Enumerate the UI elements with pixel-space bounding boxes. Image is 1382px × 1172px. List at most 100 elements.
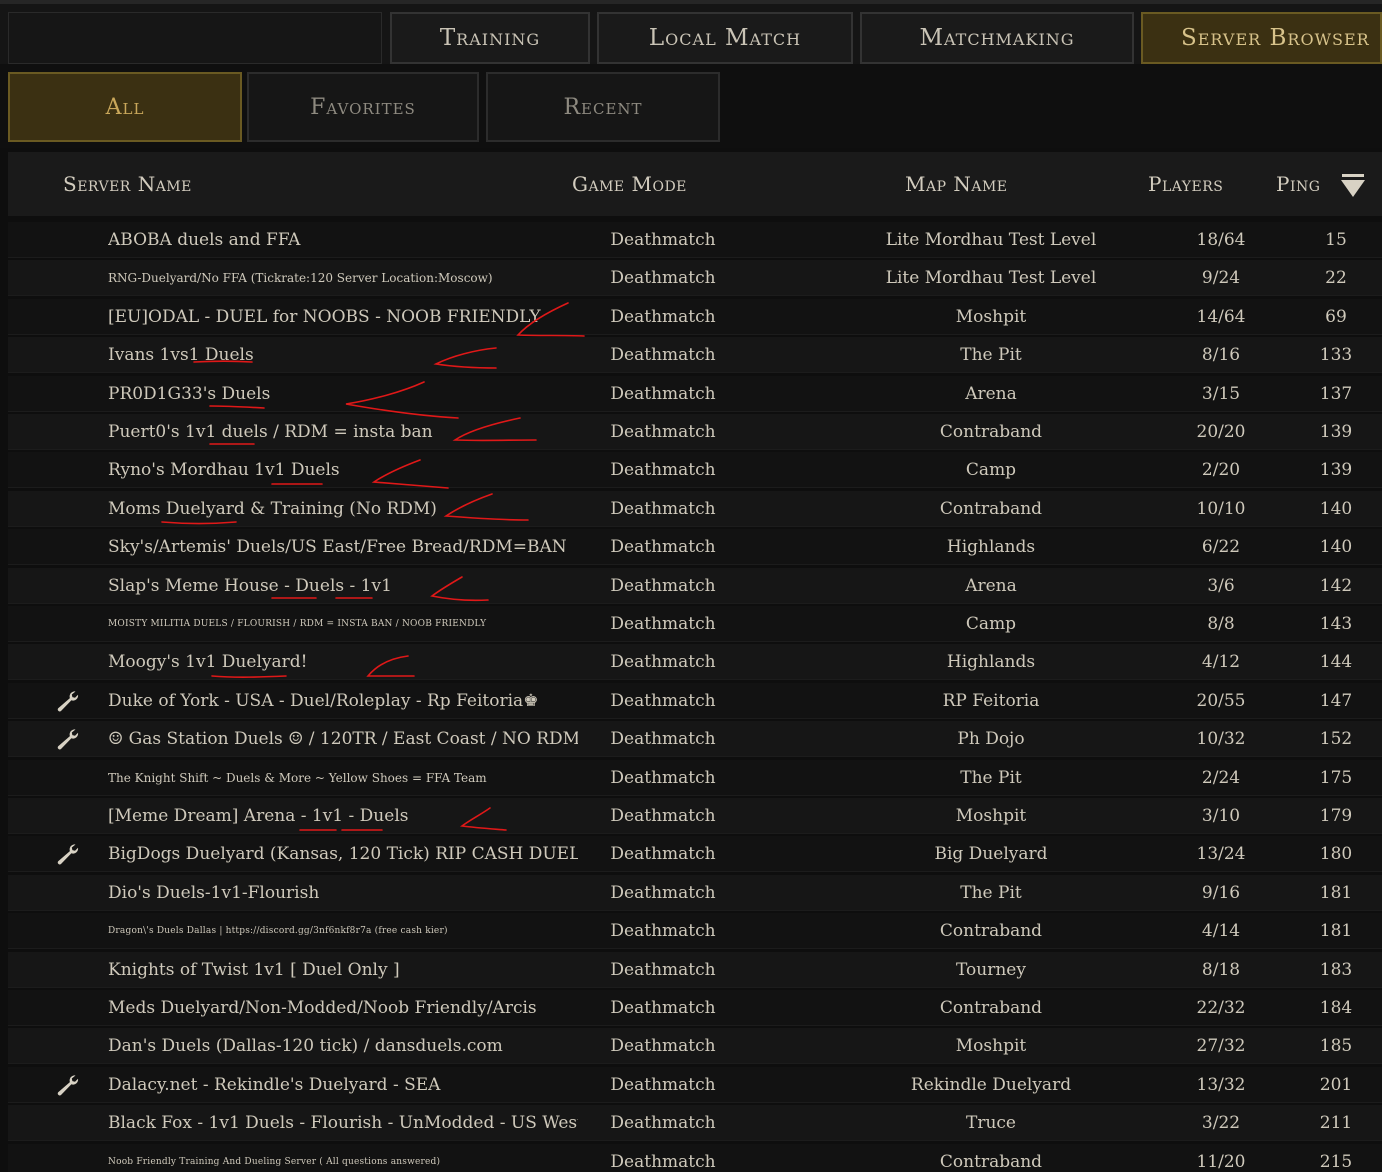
server-name: Noob Friendly Training And Dueling Serve… — [108, 1156, 441, 1167]
map-name: Moshpit — [955, 306, 1027, 327]
ping-value: 181 — [1319, 882, 1353, 903]
column-header-map-name[interactable]: Map Name — [905, 152, 1008, 216]
server-row[interactable]: Knights of Twist 1v1 [ Duel Only ] Deathm… — [8, 951, 1382, 988]
server-row[interactable]: Meds Duelyard/Non-Modded/Noob Friendly/A… — [8, 990, 1382, 1026]
server-name: Dragon\'s Duels Dallas | https://discord… — [108, 926, 448, 937]
server-row[interactable]: BigDogs Duelyard (Kansas, 120 Tick) RIP … — [8, 836, 1382, 873]
server-name: Slap's Meme House - Duels - 1v1 — [108, 575, 392, 596]
server-row[interactable]: Dalacy.net - Rekindle's Duelyard - SEA De… — [8, 1066, 1382, 1103]
column-header-players[interactable]: Players — [1148, 152, 1223, 216]
tab-server-browser[interactable]: Server Browser — [1141, 12, 1382, 64]
server-row[interactable]: Puert0's 1v1 duels / RDM = insta ban Deat… — [8, 414, 1382, 450]
server-row[interactable]: Sky's/Artemis' Duels/US East/Free Bread/… — [8, 529, 1382, 566]
ping-value: 133 — [1319, 345, 1353, 366]
filter-tab-all[interactable]: All — [8, 72, 242, 142]
filter-tab-recent[interactable]: Recent — [486, 72, 720, 142]
server-row[interactable]: RNG-Duelyard/No FFA (Tickrate:120 Server… — [8, 260, 1382, 297]
wrench-icon — [56, 1074, 80, 1096]
player-count: 20/55 — [1196, 690, 1246, 711]
tab-training[interactable]: Training — [390, 12, 590, 64]
game-mode: Deathmatch — [610, 614, 716, 634]
player-count: 3/22 — [1201, 1113, 1241, 1134]
tab-bar-spacer — [8, 12, 382, 64]
map-name: Highlands — [946, 537, 1036, 558]
server-row[interactable]: The Knight Shift ~ Duels & More ~ Yellow… — [8, 759, 1382, 796]
map-name: Ph Dojo — [957, 729, 1025, 750]
ping-value: 140 — [1319, 498, 1353, 519]
ping-value: 201 — [1319, 1074, 1353, 1095]
server-name: Moms Duelyard & Training (No RDM) — [108, 498, 437, 519]
server-name: Dalacy.net - Rekindle's Duelyard - SEA — [108, 1074, 441, 1095]
player-count: 4/14 — [1201, 921, 1241, 942]
server-name: BigDogs Duelyard (Kansas, 120 Tick) RIP … — [108, 844, 578, 865]
server-row[interactable]: ☺ Gas Station Duels ☺ / 120TR / East Coa… — [8, 721, 1382, 758]
column-header-ping[interactable]: Ping — [1276, 152, 1320, 216]
ping-value: 179 — [1319, 806, 1353, 826]
ping-value: 69 — [1325, 306, 1347, 327]
server-row[interactable]: MOISTY MILITIA DUELS / FLOURISH / RDM = … — [8, 606, 1382, 642]
ping-value: 183 — [1319, 959, 1353, 980]
map-name: Arena — [965, 383, 1017, 404]
ping-value: 22 — [1325, 268, 1347, 289]
ping-value: 137 — [1319, 383, 1353, 404]
map-name: Contraband — [939, 498, 1043, 519]
column-header-game-mode[interactable]: Game Mode — [572, 152, 687, 216]
server-row[interactable]: Dan's Duels (Dallas-120 tick) / dansduel… — [8, 1028, 1382, 1065]
game-mode: Deathmatch — [610, 460, 716, 481]
server-name: ABOBA duels and FFA — [108, 230, 301, 250]
player-count: 8/8 — [1207, 614, 1235, 634]
player-count: 13/32 — [1196, 1074, 1246, 1095]
server-row[interactable]: Dragon\'s Duels Dallas | https://discord… — [8, 913, 1382, 950]
filter-tab-favorites[interactable]: Favorites — [247, 72, 479, 142]
server-row[interactable]: Black Fox - 1v1 Duels - Flourish - UnMod… — [8, 1105, 1382, 1142]
server-row[interactable]: Slap's Meme House - Duels - 1v1 Deathmatc… — [8, 567, 1382, 604]
server-name: Sky's/Artemis' Duels/US East/Free Bread/… — [108, 537, 567, 558]
server-row[interactable]: Moogy's 1v1 Duelyard! Deathmatch Highlands… — [8, 644, 1382, 681]
wrench-icon — [56, 690, 80, 712]
game-mode: Deathmatch — [610, 537, 716, 558]
column-header-server-name[interactable]: Server Name — [63, 152, 192, 216]
player-count: 10/10 — [1196, 498, 1246, 519]
server-row[interactable]: [Meme Dream] Arena - 1v1 - Duels Deathmat… — [8, 798, 1382, 834]
server-list: ABOBA duels and FFA Deathmatch Lite Mordha… — [8, 222, 1382, 1172]
server-list-header: Server Name Game Mode Map Name Players P… — [8, 152, 1382, 216]
ping-value: 180 — [1319, 844, 1353, 865]
game-mode: Deathmatch — [610, 652, 716, 673]
server-row[interactable]: Ryno's Mordhau 1v1 Duels Deathmatch Camp 2/… — [8, 452, 1382, 489]
game-mode: Deathmatch — [610, 1151, 716, 1172]
server-row[interactable]: Dio's Duels-1v1-Flourish Deathmatch The Pi… — [8, 874, 1382, 911]
ping-value: 139 — [1319, 460, 1353, 481]
server-row[interactable]: Noob Friendly Training And Dueling Serve… — [8, 1143, 1382, 1172]
ping-value: 143 — [1319, 614, 1353, 634]
ping-value: 142 — [1319, 575, 1353, 596]
game-mode: Deathmatch — [610, 690, 716, 711]
server-row[interactable]: Moms Duelyard & Training (No RDM) Deathma… — [8, 490, 1382, 527]
ping-value: 140 — [1319, 537, 1353, 558]
game-mode: Deathmatch — [610, 806, 716, 826]
ping-value: 211 — [1319, 1113, 1353, 1134]
tab-local-match[interactable]: Local Match — [597, 12, 853, 64]
server-row[interactable]: Duke of York - USA - Duel/Roleplay - Rp … — [8, 682, 1382, 719]
server-name: PR0D1G33's Duels — [108, 383, 271, 404]
game-mode: Deathmatch — [610, 1113, 716, 1134]
game-mode: Deathmatch — [610, 268, 716, 289]
map-name: Lite Mordhau Test Level — [885, 230, 1097, 250]
ping-value: 15 — [1325, 230, 1347, 250]
ping-value: 147 — [1319, 690, 1353, 711]
tab-matchmaking[interactable]: Matchmaking — [860, 12, 1134, 64]
server-name: Ryno's Mordhau 1v1 Duels — [108, 460, 340, 481]
map-name: Contraband — [939, 998, 1043, 1018]
server-row[interactable]: PR0D1G33's Duels Deathmatch Arena 3/15 137 — [8, 375, 1382, 412]
map-name: The Pit — [960, 767, 1022, 788]
player-count: 27/32 — [1196, 1036, 1246, 1057]
game-mode: Deathmatch — [610, 1036, 716, 1057]
sort-descending-icon[interactable] — [1338, 170, 1368, 200]
map-name: Lite Mordhau Test Level — [885, 268, 1097, 289]
server-row[interactable]: [EU]ODAL - DUEL for NOOBS - NOOB FRIENDL… — [8, 298, 1382, 335]
player-count: 3/10 — [1201, 806, 1241, 826]
server-row[interactable]: Ivans 1vs1 Duels Deathmatch The Pit 8/16 133 — [8, 337, 1382, 374]
server-name: RNG-Duelyard/No FFA (Tickrate:120 Server… — [108, 271, 493, 286]
game-mode: Deathmatch — [610, 1074, 716, 1095]
server-row[interactable]: ABOBA duels and FFA Deathmatch Lite Mordha… — [8, 222, 1382, 258]
game-mode: Deathmatch — [610, 345, 716, 366]
